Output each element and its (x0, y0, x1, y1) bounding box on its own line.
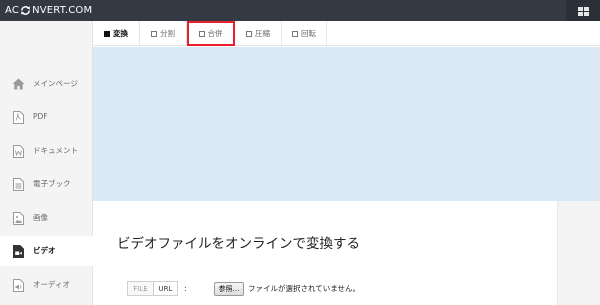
sidebar-item-label: メインページ (33, 79, 78, 88)
tab-convert[interactable]: 変換 (93, 21, 140, 46)
tab-label: 分割 (160, 29, 175, 38)
sidebar-item-label: ビデオ (33, 246, 56, 255)
sidebar-item-images[interactable]: 画像 (0, 203, 93, 233)
sidebar-item-pdf[interactable]: PDF (0, 102, 93, 132)
file-status-text: ファイルが選択されていません。 (248, 284, 361, 293)
sidebar-item-main-page[interactable]: メインページ (0, 69, 93, 99)
checkbox-icon (246, 30, 252, 37)
home-icon (12, 77, 25, 91)
sidebar-item-label: PDF (33, 112, 48, 121)
tab-label: 変換 (113, 29, 128, 38)
sidebar-item-video[interactable]: ビデオ (0, 236, 93, 266)
tab-merge[interactable]: 合併 (187, 21, 235, 46)
browse-button[interactable]: 参照... (214, 282, 244, 296)
upload-source-toggle: FILE URL : (127, 280, 187, 297)
sidebar: メインページ PDF ドキュメント 電子ブック 画像 ビデオ オーディオ (0, 21, 93, 305)
tab-rotate[interactable]: 回転 (282, 21, 327, 46)
logo-text-left: AC (5, 5, 20, 16)
sidebar-item-label: 電子ブック (33, 179, 71, 188)
logo-text-right: NVERT.COM (32, 5, 93, 16)
pdf-file-icon (12, 110, 25, 124)
image-icon (12, 211, 25, 225)
banner-area (93, 47, 600, 201)
checkbox-icon (151, 30, 157, 37)
tab-compress[interactable]: 圧縮 (235, 21, 282, 46)
menu-button[interactable] (566, 0, 600, 21)
right-gutter (557, 201, 600, 305)
tab-split[interactable]: 分割 (140, 21, 187, 46)
sidebar-item-label: ドキュメント (33, 146, 78, 155)
file-source-button[interactable]: FILE (127, 281, 154, 296)
checkbox-icon (104, 30, 110, 37)
ebook-icon (12, 177, 25, 191)
url-source-button[interactable]: URL (154, 281, 178, 296)
sidebar-item-label: 画像 (33, 213, 48, 222)
tab-label: 回転 (301, 29, 316, 38)
tab-label: 合併 (207, 29, 223, 38)
checkbox-icon (292, 30, 298, 37)
grid-menu-icon (577, 1, 589, 20)
source-colon: : (184, 284, 187, 293)
sidebar-item-label: オーディオ (33, 280, 70, 289)
refresh-arrows-icon (20, 5, 31, 16)
sidebar-item-audio[interactable]: オーディオ (0, 270, 93, 300)
sidebar-item-ebooks[interactable]: 電子ブック (0, 169, 93, 199)
video-icon (12, 244, 25, 258)
checkbox-icon (198, 30, 205, 37)
tab-label: 圧縮 (255, 29, 270, 38)
sidebar-item-documents[interactable]: ドキュメント (0, 136, 93, 166)
top-bar: AC NVERT.COM (0, 0, 600, 21)
site-logo[interactable]: AC NVERT.COM (5, 3, 92, 18)
tool-tabs: 変換 分割 合併 圧縮 回転 (93, 21, 600, 46)
word-document-icon (12, 144, 25, 158)
page-title: ビデオファイルをオンラインで変換する (117, 236, 360, 252)
audio-icon (12, 278, 25, 292)
